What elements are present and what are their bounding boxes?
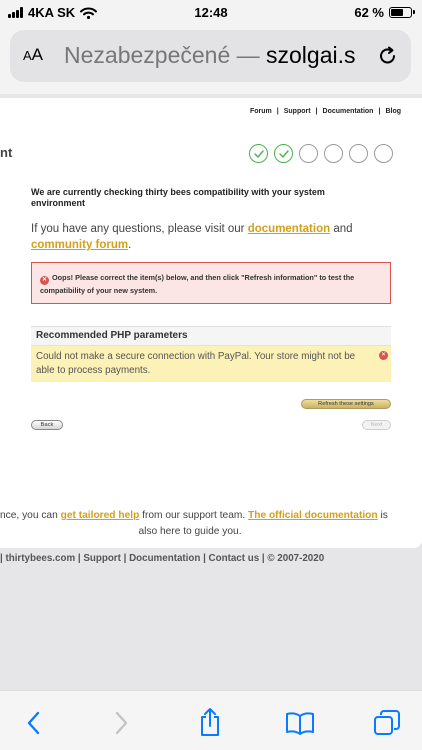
web-page: Forum | Support | Documentation | Blog nt We a… — [0, 98, 422, 548]
help-text: If you have any questions, please visit … — [31, 221, 361, 253]
official-documentation-link[interactable]: The official documentation — [248, 510, 378, 521]
help-text-middle: and — [330, 223, 353, 235]
browser-address-area: AA Nezabezpečené — szolgai.s — [0, 26, 422, 94]
help-text-start: If you have any questions, please visit … — [31, 223, 248, 235]
back-button[interactable]: Back — [31, 420, 63, 430]
support-text: nce, you can get tailored help from our … — [0, 508, 410, 540]
php-parameters-section: Recommended PHP parameters Could not mak… — [31, 326, 391, 382]
back-arrow-icon[interactable] — [26, 711, 42, 735]
text-size-button[interactable]: AA — [23, 45, 43, 65]
nav-support-link[interactable]: Support — [284, 108, 311, 115]
documentation-link[interactable]: documentation — [248, 223, 330, 235]
warning-error-icon: ✕ — [379, 351, 388, 360]
paypal-warning: Could not make a secure connection with … — [31, 346, 391, 382]
url-display[interactable]: Nezabezpečené — szolgai.s — [64, 42, 374, 69]
not-secure-label: Nezabezpečené — — [64, 42, 260, 68]
step-pending-icon — [299, 144, 318, 163]
progress-steps — [249, 144, 393, 163]
nav-blog-link[interactable]: Blog — [385, 108, 401, 115]
step-complete-icon — [274, 144, 293, 163]
page-title: nt — [0, 145, 13, 160]
url-domain: szolgai.s — [266, 42, 356, 68]
tabs-icon[interactable] — [373, 709, 401, 737]
check-heading: We are currently checking thirty bees co… — [31, 187, 325, 208]
status-bar: 4KA SK 12:48 62 % — [0, 0, 422, 26]
step-pending-icon — [349, 144, 368, 163]
next-button[interactable]: Next — [362, 420, 391, 430]
error-icon: ✕ — [40, 276, 49, 285]
error-alert: ✕ Oops! Please correct the item(s) below,… — [31, 262, 391, 304]
browser-toolbar — [0, 690, 422, 750]
help-text-end: . — [128, 239, 132, 251]
forward-arrow-icon[interactable] — [113, 711, 129, 735]
nav-documentation-link[interactable]: Documentation — [323, 108, 374, 115]
step-pending-icon — [374, 144, 393, 163]
page-footer: | thirtybees.com | Support | Documentati… — [0, 553, 325, 564]
error-message: Oops! Please correct the item(s) below, … — [40, 273, 355, 295]
support-text-start: nce, you can — [0, 510, 61, 521]
nav-forum-link[interactable]: Forum — [250, 108, 272, 115]
php-parameters-title: Recommended PHP parameters — [31, 326, 391, 346]
refresh-settings-button[interactable]: Refresh these settings — [301, 399, 391, 409]
address-bar[interactable]: AA Nezabezpečené — szolgai.s — [10, 30, 411, 82]
share-icon[interactable] — [198, 707, 222, 737]
step-pending-icon — [324, 144, 343, 163]
community-forum-link[interactable]: community forum — [31, 239, 128, 251]
reload-icon[interactable] — [377, 45, 399, 67]
tailored-help-link[interactable]: get tailored help — [61, 510, 140, 521]
top-navigation: Forum | Support | Documentation | Blog — [249, 108, 401, 115]
support-text-middle: from our support team. — [139, 510, 249, 521]
step-complete-icon — [249, 144, 268, 163]
paypal-warning-text: Could not make a secure connection with … — [36, 351, 356, 376]
bookmarks-icon[interactable] — [285, 711, 315, 735]
battery-percent: 62 % — [354, 5, 384, 20]
support-text-end: is — [377, 510, 388, 521]
battery-icon — [389, 7, 415, 18]
support-text-line2: also here to guide you. — [138, 526, 242, 537]
